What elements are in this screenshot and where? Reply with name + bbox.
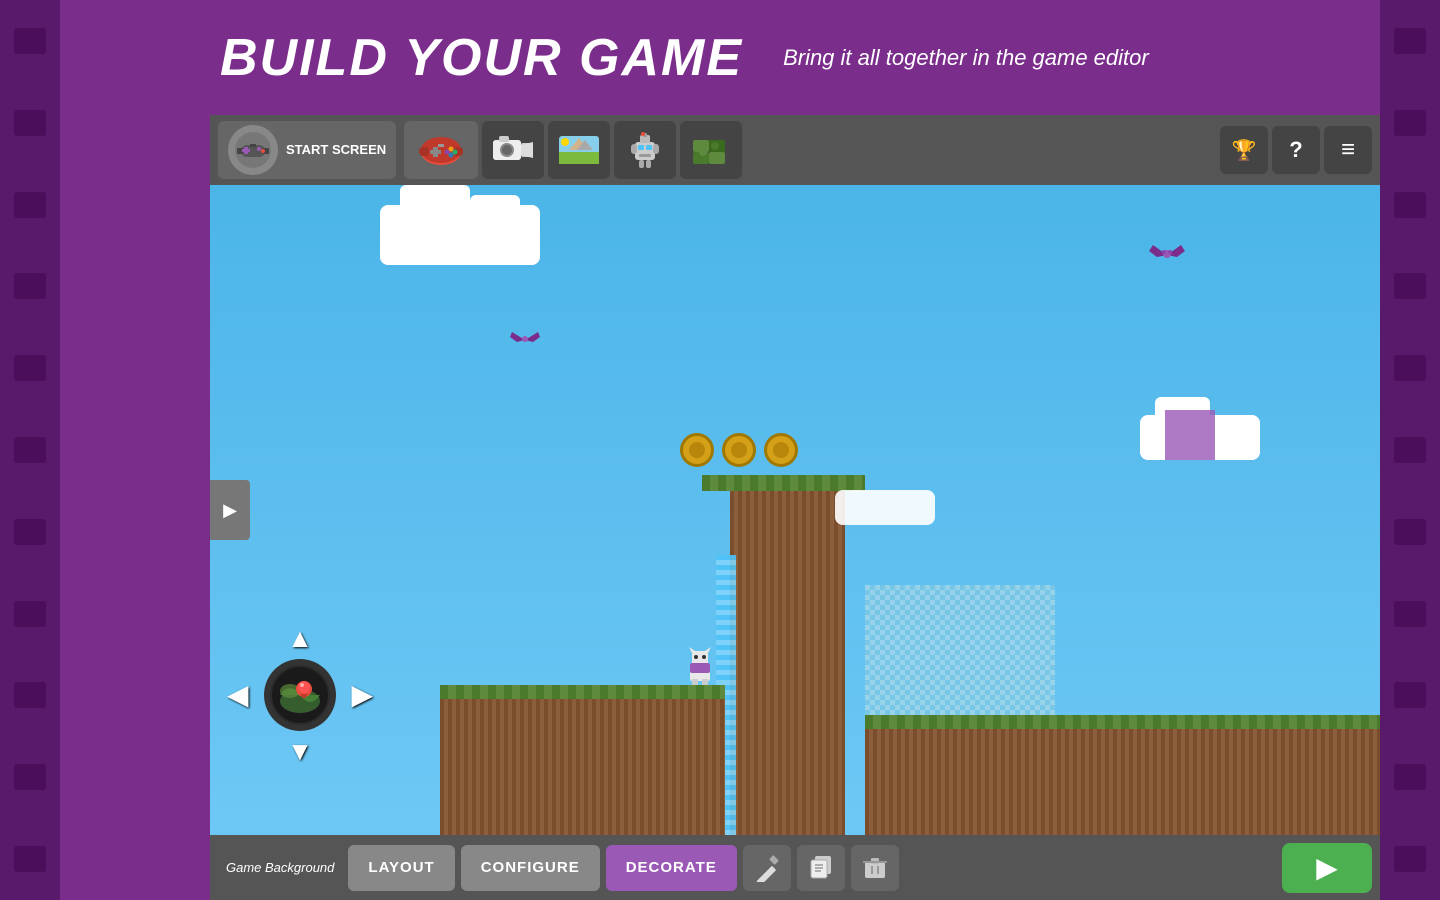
- film-hole: [14, 28, 46, 54]
- right-ground: [865, 715, 1380, 835]
- player-character: [685, 645, 715, 685]
- player-avatar: [228, 125, 278, 175]
- film-hole: [14, 273, 46, 299]
- game-canvas: ▲ ▼ ◀ ▶: [210, 185, 1380, 835]
- play-button[interactable]: ▶: [1282, 843, 1372, 893]
- camera-tab[interactable]: [482, 121, 544, 179]
- question-icon: ?: [1289, 137, 1302, 163]
- film-strip-left: [0, 0, 60, 900]
- film-hole: [1394, 273, 1426, 299]
- film-hole: [14, 682, 46, 708]
- top-toolbar: START SCREEN: [210, 115, 1380, 185]
- coin-1: [680, 433, 714, 467]
- configure-button[interactable]: CONFIGURE: [461, 845, 600, 891]
- film-hole: [14, 846, 46, 872]
- copy-tool-button[interactable]: [797, 845, 845, 891]
- compass-center[interactable]: [264, 659, 336, 731]
- film-hole: [1394, 764, 1426, 790]
- film-hole: [1394, 846, 1426, 872]
- film-hole: [14, 355, 46, 381]
- bat-sprite-1: [1149, 243, 1185, 267]
- bat-sprite-2: [510, 330, 540, 350]
- map-tab[interactable]: [548, 121, 610, 179]
- film-hole: [1394, 110, 1426, 136]
- nav-up-arrow[interactable]: ▲: [287, 623, 313, 654]
- start-screen-button[interactable]: START SCREEN: [218, 121, 396, 179]
- platform-top-extra: [702, 475, 865, 491]
- decorate-button[interactable]: DECORATE: [606, 845, 737, 891]
- film-hole: [14, 192, 46, 218]
- background-label: Game Background: [218, 860, 342, 875]
- coin-2: [722, 433, 756, 467]
- gamepad-tab[interactable]: [404, 121, 478, 179]
- water-area: [865, 585, 1055, 715]
- film-hole: [1394, 682, 1426, 708]
- start-screen-label: START SCREEN: [286, 142, 386, 158]
- nav-down-arrow[interactable]: ▼: [287, 736, 313, 767]
- delete-tool-button[interactable]: [851, 845, 899, 891]
- film-hole: [1394, 601, 1426, 627]
- film-hole: [14, 110, 46, 136]
- layout-button[interactable]: LAYOUT: [348, 845, 454, 891]
- trophy-button[interactable]: 🏆: [1220, 126, 1268, 174]
- bottom-toolbar: Game Background LAYOUT CONFIGURE DECORAT…: [210, 835, 1380, 900]
- cloud-3: [835, 490, 935, 525]
- nav-left-arrow[interactable]: ◀: [228, 680, 248, 711]
- nav-right-arrow[interactable]: ▶: [352, 680, 372, 711]
- side-nav-arrow[interactable]: ▶: [210, 480, 250, 540]
- side-arrow-icon: ▶: [223, 500, 237, 521]
- film-hole: [1394, 519, 1426, 545]
- film-hole: [1394, 28, 1426, 54]
- menu-button[interactable]: ≡: [1324, 126, 1372, 174]
- header-subtitle: Bring it all together in the game editor: [783, 45, 1149, 71]
- purple-block: [1165, 410, 1215, 460]
- pencil-tool-button[interactable]: [743, 845, 791, 891]
- film-hole: [14, 437, 46, 463]
- play-icon: ▶: [1316, 851, 1338, 884]
- cloud-1: [380, 205, 540, 265]
- robot-tab[interactable]: [614, 121, 676, 179]
- film-hole: [14, 764, 46, 790]
- film-hole: [14, 601, 46, 627]
- film-hole: [14, 519, 46, 545]
- puzzle-tab[interactable]: [680, 121, 742, 179]
- film-hole: [1394, 437, 1426, 463]
- page-title: BUILD YOUR GAME: [220, 28, 743, 88]
- trophy-icon: 🏆: [1232, 138, 1257, 163]
- film-hole: [1394, 355, 1426, 381]
- tall-platform: [730, 475, 845, 835]
- left-ground: [440, 685, 725, 835]
- film-strip-right: [1380, 0, 1440, 900]
- nav-compass: ▲ ▼ ◀ ▶: [230, 625, 370, 765]
- help-button[interactable]: ?: [1272, 126, 1320, 174]
- header: BUILD YOUR GAME Bring it all together in…: [60, 0, 1380, 115]
- game-container: START SCREEN: [210, 115, 1380, 900]
- film-hole: [1394, 192, 1426, 218]
- coin-3: [764, 433, 798, 467]
- menu-icon: ≡: [1341, 136, 1355, 164]
